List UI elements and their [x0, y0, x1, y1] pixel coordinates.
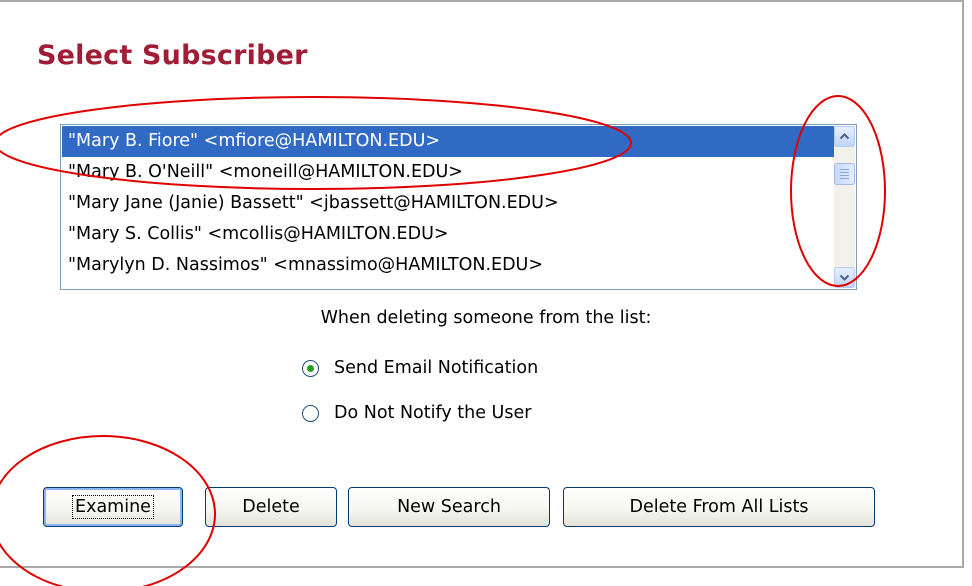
list-item[interactable]: "Mary S. Collis" <mcollis@HAMILTON.EDU> — [62, 219, 834, 250]
send-email-radio[interactable] — [302, 359, 319, 377]
scroll-up-button[interactable] — [834, 126, 855, 147]
examine-button[interactable]: Examine — [43, 487, 183, 527]
do-not-notify-radio[interactable] — [302, 404, 319, 422]
scroll-thumb[interactable] — [834, 163, 855, 185]
send-email-option[interactable]: Send Email Notification — [302, 358, 538, 378]
list-item[interactable]: "Marylyn D. Nassimos" <mnassimo@HAMILTON… — [62, 250, 834, 281]
list-scrollbar[interactable] — [834, 126, 855, 288]
scroll-down-button[interactable] — [834, 267, 855, 288]
chevron-down-icon — [839, 274, 850, 281]
subscriber-list-items: "Mary B. Fiore" <mfiore@HAMILTON.EDU> "M… — [62, 126, 834, 281]
new-search-button[interactable]: New Search — [348, 487, 550, 527]
do-not-notify-label: Do Not Notify the User — [334, 403, 532, 423]
subscriber-listbox[interactable]: "Mary B. Fiore" <mfiore@HAMILTON.EDU> "M… — [60, 124, 857, 290]
page-title: Select Subscriber — [37, 40, 308, 71]
list-item[interactable]: "Mary B. O'Neill" <moneill@HAMILTON.EDU> — [62, 157, 834, 188]
delete-button[interactable]: Delete — [205, 487, 337, 527]
list-item[interactable]: "Mary Jane (Janie) Bassett" <jbassett@HA… — [62, 188, 834, 219]
do-not-notify-option[interactable]: Do Not Notify the User — [302, 403, 531, 423]
chevron-up-icon — [839, 133, 850, 140]
send-email-label: Send Email Notification — [334, 358, 539, 378]
examine-button-label: Examine — [72, 495, 154, 519]
delete-prompt-text: When deleting someone from the list: — [320, 308, 652, 328]
list-item-selected[interactable]: "Mary B. Fiore" <mfiore@HAMILTON.EDU> — [62, 126, 834, 157]
delete-from-all-lists-button[interactable]: Delete From All Lists — [563, 487, 875, 527]
radio-checked-dot — [307, 364, 314, 372]
